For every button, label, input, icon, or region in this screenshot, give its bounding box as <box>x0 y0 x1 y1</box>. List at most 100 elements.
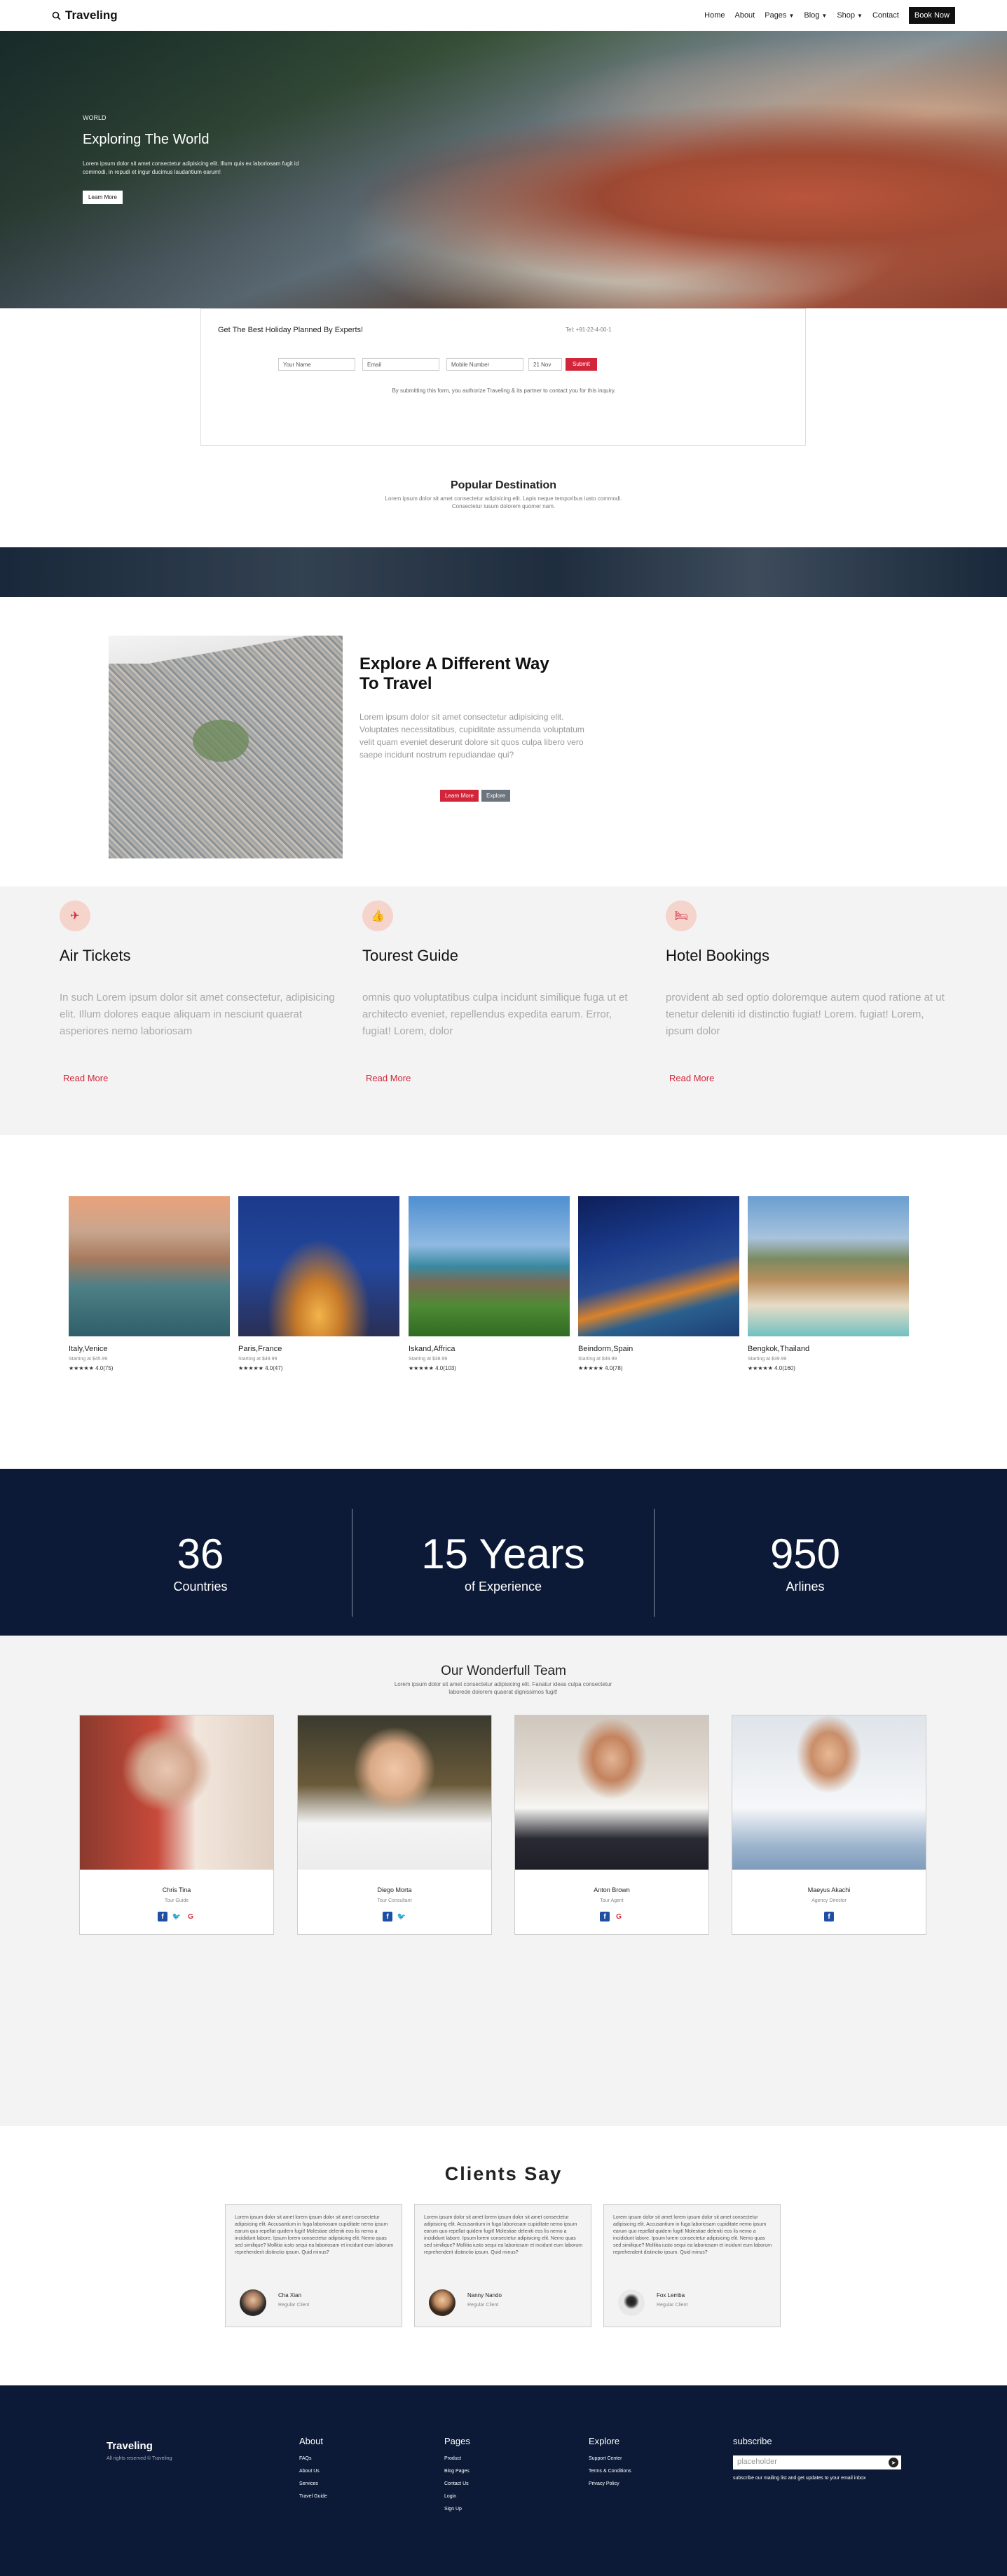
plane-wing <box>109 636 343 664</box>
clients-title: Clients Say <box>444 2163 563 2184</box>
footer-col-pages: Pages Product Blog Pages Contact Us Logi… <box>444 2436 470 2519</box>
nav-pages[interactable]: Pages ▼ <box>765 11 794 20</box>
service-text: In such Lorem ipsum dolor sit amet conse… <box>60 992 335 1037</box>
stat-airlines: 950 Arlines <box>714 1533 896 1594</box>
destination-card[interactable]: Paris,France Starting at $49.99 ★★★★★ 4.… <box>238 1196 399 1371</box>
read-more-link[interactable]: Read More <box>63 1073 108 1083</box>
footer-link[interactable]: Contact Us <box>444 2481 470 2486</box>
google-icon[interactable]: G <box>186 1912 196 1921</box>
member-name: Chris Tina <box>162 1886 191 1893</box>
airplane-icon: ✈ <box>60 900 90 931</box>
destination-rating: ★★★★★ 4.0(47) <box>238 1365 283 1371</box>
nav-about[interactable]: About <box>734 11 755 20</box>
park-area <box>193 720 249 762</box>
footer-brand[interactable]: Traveling <box>107 2440 153 2452</box>
stat-number: 15 Years <box>421 1530 585 1577</box>
destination-card[interactable]: Italy,Venice Starting at $45.99 ★★★★★ 4.… <box>69 1196 230 1371</box>
member-role: Agency Director <box>811 1898 847 1903</box>
team-member-card: Anton Brown Tour Agent fG <box>514 1715 709 1935</box>
explore-button[interactable]: Explore <box>481 790 511 802</box>
explore-learn-more-button[interactable]: Learn More <box>440 790 479 802</box>
footer-link[interactable]: Terms & Conditions <box>589 2469 631 2474</box>
email-field[interactable]: Email <box>362 358 439 371</box>
footer-link[interactable]: Privacy Policy <box>589 2481 631 2486</box>
date-field[interactable]: 21 Nov <box>528 358 562 371</box>
book-now-button[interactable]: Book Now <box>908 7 955 24</box>
paris-image <box>238 1196 399 1336</box>
client-role: Regular Client <box>278 2303 310 2308</box>
footer-col-title: Explore <box>589 2436 620 2446</box>
twitter-icon[interactable]: 🐦 <box>397 1912 406 1921</box>
brand-name: Traveling <box>65 8 118 22</box>
team-member-card: Diego Morta Tour Consultant f 🐦 <box>297 1715 492 1935</box>
destination-rating: ★★★★★ 4.0(160) <box>748 1365 795 1371</box>
nav-shop-label: Shop <box>837 11 856 20</box>
testimonial-card: Lorem ipsum dolor sit amet lorem ipsum d… <box>414 2204 591 2327</box>
arrow-right-icon[interactable]: ➤ <box>889 2458 898 2467</box>
subscribe-input[interactable]: placeholder <box>733 2455 901 2469</box>
nav-blog[interactable]: Blog ▼ <box>804 11 827 20</box>
popular-text: Lorem ipsum dolor sit amet consectetur a… <box>385 495 622 509</box>
submit-button[interactable]: Submit <box>566 358 597 371</box>
twitter-icon[interactable]: 🐦 <box>172 1912 181 1921</box>
footer: Traveling All rights reserved © Travelin… <box>0 2385 1007 2576</box>
facebook-icon[interactable]: f <box>600 1912 610 1921</box>
chevron-down-icon: ▼ <box>857 13 863 19</box>
footer-link[interactable]: Product <box>444 2456 470 2461</box>
destination-card[interactable]: Beindorm,Spain Starting at $39.99 ★★★★★ … <box>578 1196 739 1371</box>
destination-card[interactable]: Iskand,Affrica Starting at $38.99 ★★★★★ … <box>409 1196 570 1371</box>
stat-countries: 36 Countries <box>109 1533 292 1594</box>
booking-form: Get The Best Holiday Planned By Experts!… <box>200 308 806 446</box>
services-section: ✈ Air Tickets In such Lorem ipsum dolor … <box>0 886 1007 1135</box>
testimonial-card: Lorem ipsum dolor sit amet lorem ipsum d… <box>225 2204 402 2327</box>
stat-experience: 15 Years of Experience <box>412 1533 594 1594</box>
popular-section: Popular Destination Lorem ipsum dolor si… <box>0 479 1007 510</box>
member-role: Tour Consultant <box>377 1898 412 1903</box>
hero-banner: WORLD Exploring The World Lorem ipsum do… <box>0 31 1007 308</box>
navbar: Traveling Home About Pages ▼ Blog ▼ Shop ▼ … <box>0 0 1007 31</box>
footer-link[interactable]: Travel Guide <box>299 2494 327 2499</box>
explore-text: Lorem ipsum dolor sit amet consectetur a… <box>359 712 584 760</box>
brand[interactable]: Traveling <box>52 8 118 22</box>
spain-image <box>578 1196 739 1336</box>
nav-shop[interactable]: Shop ▼ <box>837 11 863 20</box>
subscribe-block: subscribe placeholder ➤ subscribe our ma… <box>733 2436 901 2481</box>
facebook-icon[interactable]: f <box>824 1912 834 1921</box>
member-name: Anton Brown <box>594 1886 630 1893</box>
destination-card[interactable]: Bengkok,Thailand Starting at $39.99 ★★★★… <box>748 1196 909 1371</box>
facebook-icon[interactable]: f <box>383 1912 392 1921</box>
google-icon[interactable]: G <box>614 1912 624 1921</box>
bed-icon: 🛏 <box>666 900 697 931</box>
destination-rating: ★★★★★ 4.0(75) <box>69 1365 114 1371</box>
city-strip-image <box>0 547 1007 597</box>
read-more-link[interactable]: Read More <box>366 1073 411 1083</box>
facebook-icon[interactable]: f <box>158 1912 167 1921</box>
footer-link[interactable]: Login <box>444 2494 470 2499</box>
subscribe-title: subscribe <box>733 2436 772 2446</box>
nav-contact[interactable]: Contact <box>872 11 899 20</box>
avatar <box>429 2289 455 2316</box>
footer-link[interactable]: Services <box>299 2481 327 2486</box>
stat-label: Countries <box>173 1580 228 1594</box>
footer-col-title: Pages <box>444 2436 470 2446</box>
mobile-field[interactable]: Mobile Number <box>446 358 523 371</box>
destination-price: Starting at $39.99 <box>748 1357 787 1362</box>
stat-label: Arlines <box>786 1580 825 1594</box>
footer-link[interactable]: About Us <box>299 2469 327 2474</box>
footer-link[interactable]: FAQs <box>299 2456 327 2461</box>
stat-number: 950 <box>769 1530 841 1577</box>
search-icon[interactable] <box>52 11 61 20</box>
hero-learn-more-button[interactable]: Learn More <box>83 191 123 204</box>
client-role: Regular Client <box>657 2303 688 2308</box>
footer-link[interactable]: Sign Up <box>444 2507 470 2512</box>
avatar <box>732 1715 926 1870</box>
subscribe-note: subscribe our mailing list and get updat… <box>733 2476 866 2481</box>
nav-home[interactable]: Home <box>704 11 725 20</box>
footer-link[interactable]: Support Center <box>589 2456 631 2461</box>
team-title: Our Wonderfull Team <box>441 1664 566 1678</box>
read-more-link[interactable]: Read More <box>669 1073 714 1083</box>
avatar <box>515 1715 708 1870</box>
client-role: Regular Client <box>467 2303 499 2308</box>
footer-link[interactable]: Blog Pages <box>444 2469 470 2474</box>
name-field[interactable]: Your Name <box>278 358 355 371</box>
